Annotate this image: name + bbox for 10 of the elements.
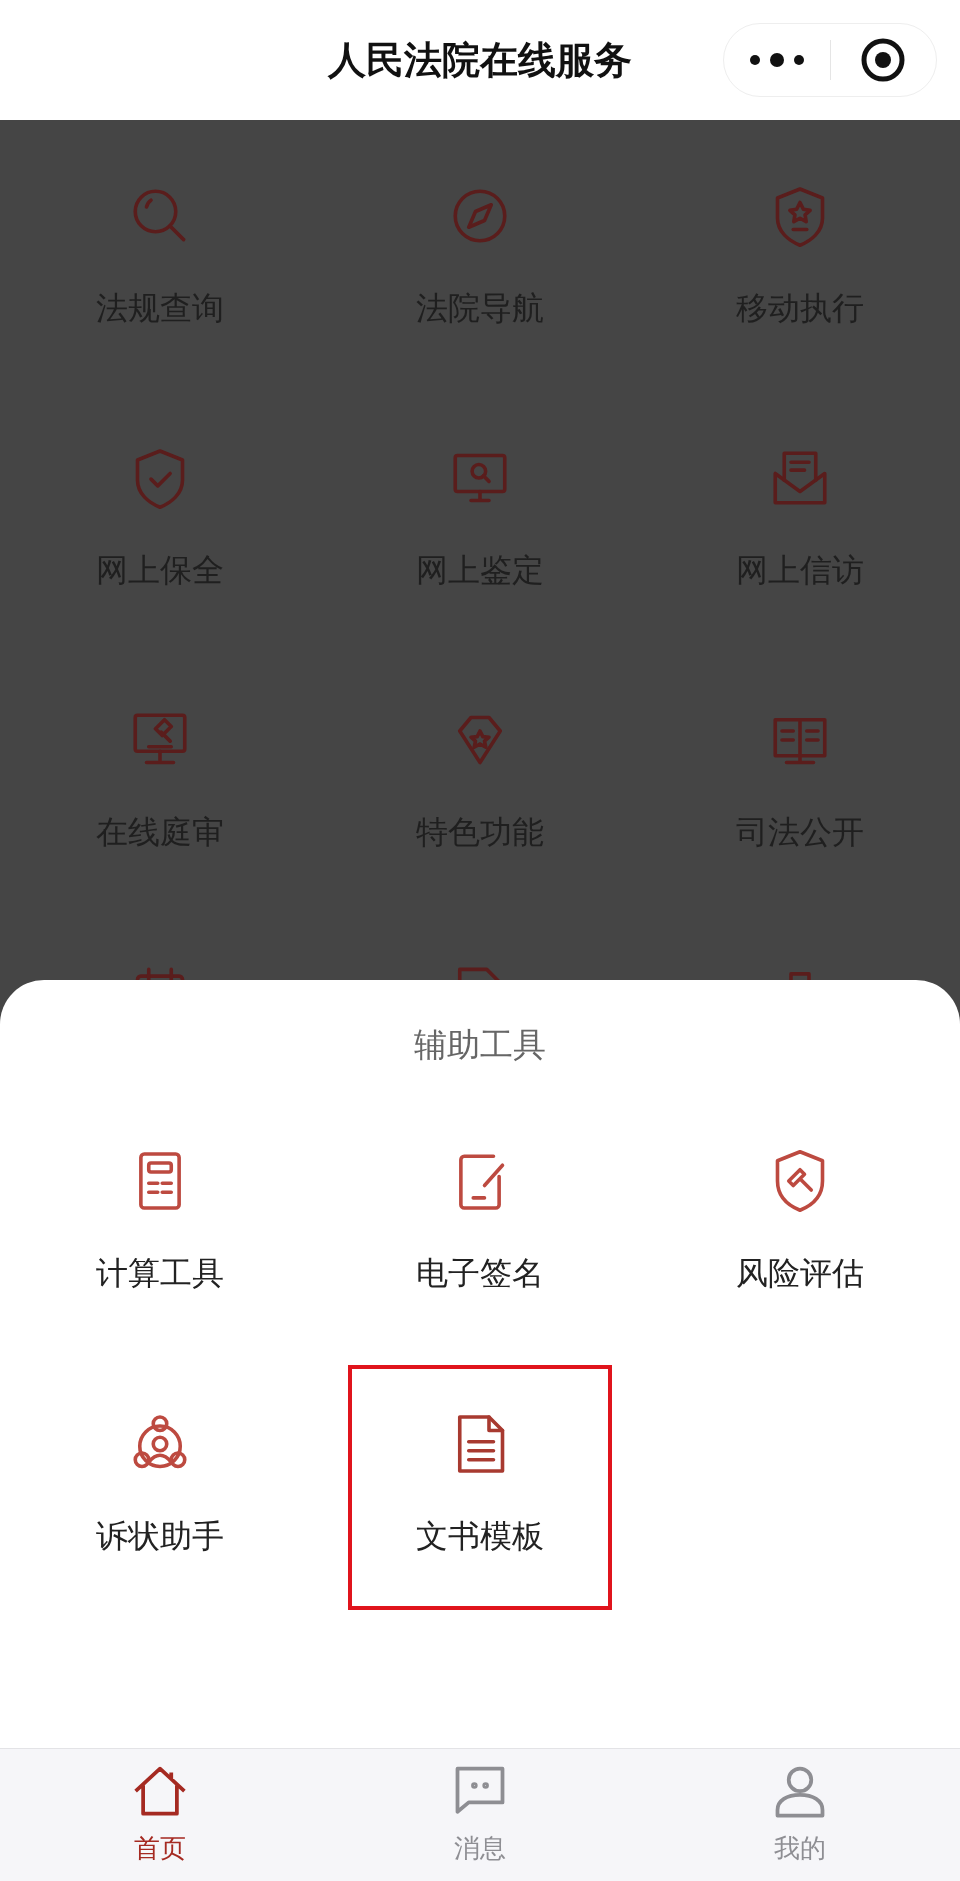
tab[interactable]: 消息	[449, 1749, 511, 1881]
highlighted-tool-item[interactable]: 文书模板	[348, 1365, 612, 1610]
sheet-title: 辅助工具	[413, 1024, 547, 1066]
page-title: 人民法院在线服务	[328, 36, 632, 84]
tab[interactable]: 首页	[129, 1749, 191, 1881]
tool-item[interactable]: 诉状助手	[28, 1365, 292, 1610]
tab[interactable]: 我的	[769, 1749, 831, 1881]
tool-item[interactable]: 风险评估	[668, 1102, 932, 1347]
tool-item[interactable]: 计算工具	[28, 1102, 292, 1347]
tool-item[interactable]: 电子签名	[348, 1102, 612, 1347]
